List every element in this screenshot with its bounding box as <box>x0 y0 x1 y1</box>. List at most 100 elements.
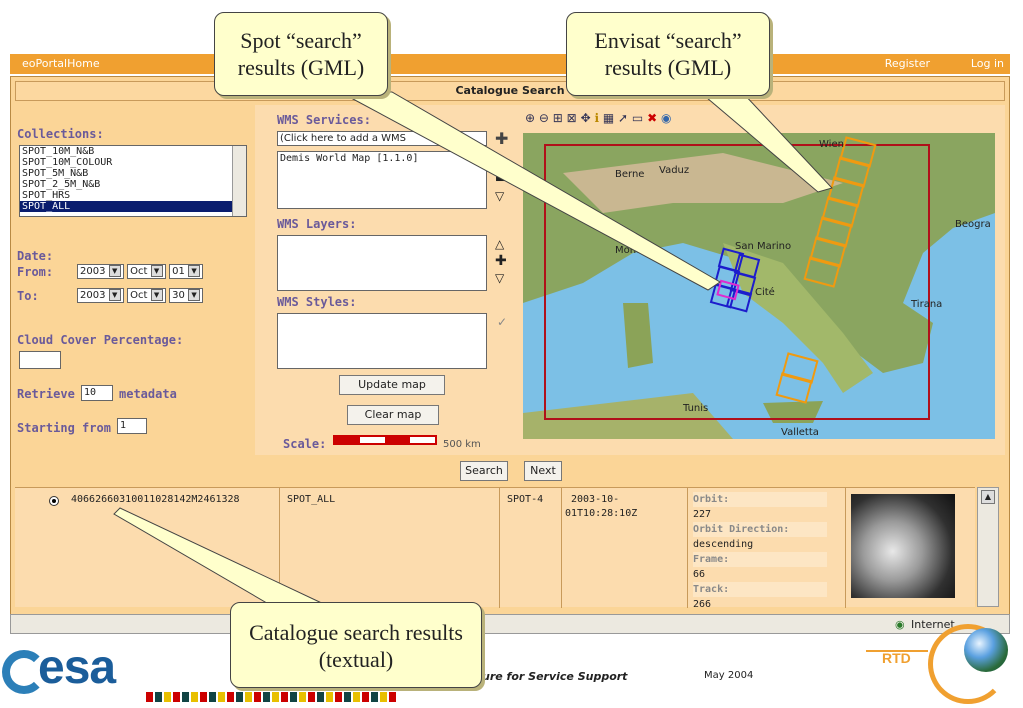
metadata-label: metadata <box>119 387 177 401</box>
collections-list[interactable]: SPOT_10M_N&B SPOT_10M_COLOUR SPOT_5M_N&B… <box>19 145 247 217</box>
to-year-select[interactable]: 2003 ▼ <box>77 288 124 303</box>
globe-icon[interactable]: ◉ <box>661 111 671 125</box>
rtd-label: RTD <box>882 650 911 666</box>
divider <box>561 488 562 608</box>
to-label: To: <box>17 289 39 303</box>
scrollbar[interactable] <box>232 146 246 216</box>
chevron-down-icon: ▼ <box>108 265 121 277</box>
divider <box>279 488 280 608</box>
divider <box>499 488 500 608</box>
add-icon[interactable]: ✚ <box>495 129 508 148</box>
register-link[interactable]: Register <box>885 57 930 70</box>
update-map-button[interactable]: Update map <box>339 375 445 395</box>
footer-date: May 2004 <box>704 670 754 681</box>
from-label: From: <box>17 265 54 279</box>
map-place-label: San Marino <box>735 241 792 252</box>
zoom-in-icon[interactable]: ⊕ <box>525 111 535 125</box>
search-button[interactable]: Search <box>460 461 508 481</box>
scale-bar <box>333 435 437 445</box>
chevron-down-icon: ▼ <box>108 289 121 301</box>
map-place-label: Valletta <box>781 427 819 438</box>
chevron-down-icon: ▼ <box>150 289 163 301</box>
map-view[interactable]: Wien Berne Vaduz Beogra San Marino Monac… <box>523 133 995 439</box>
full-extent-icon[interactable]: ⊠ <box>567 111 577 125</box>
envisat-callout: Envisat “search” results (GML) <box>566 12 770 96</box>
arrow-up-icon[interactable]: △ <box>495 155 504 169</box>
zoom-out-icon[interactable]: ⊖ <box>539 111 549 125</box>
chevron-down-icon: ▼ <box>188 265 201 277</box>
cloud-cover-input[interactable] <box>19 351 61 369</box>
list-item[interactable]: SPOT_10M_COLOUR <box>20 157 246 168</box>
map-place-label: Tunis <box>683 403 709 414</box>
delete-icon[interactable]: ✖ <box>647 111 657 125</box>
list-item[interactable]: SPOT_10M_N&B <box>20 146 246 157</box>
result-date-line2: 01T10:28:10Z <box>565 508 638 519</box>
member-flags <box>146 692 398 702</box>
info-icon[interactable]: ℹ <box>594 111 599 125</box>
scale-label: Scale: <box>283 437 327 451</box>
list-item[interactable]: SPOT_5M_N&B <box>20 168 246 179</box>
list-item[interactable]: SPOT_HRS <box>20 190 246 201</box>
retrieve-input[interactable]: 10 <box>81 385 113 401</box>
from-day-select[interactable]: 01 ▼ <box>169 264 204 279</box>
remove-icon[interactable]: ▬ <box>495 171 506 185</box>
arrow-up-icon[interactable]: △ <box>495 237 504 251</box>
radio-button[interactable] <box>49 496 59 506</box>
table-row[interactable]: 40662660310011028142M2461328 SPOT_ALL SP… <box>15 487 975 610</box>
pointer-icon[interactable]: ➚ <box>618 111 628 125</box>
frame-value: 66 <box>693 569 706 580</box>
wms-services-list[interactable]: Demis World Map [1.1.0] <box>277 151 487 209</box>
map-canvas <box>523 133 995 439</box>
sardinia <box>623 303 653 368</box>
date-label: Date: <box>17 249 54 263</box>
map-place-label: Berne <box>615 169 645 180</box>
map-place-label: Cité <box>755 287 775 298</box>
cloud-cover-label: Cloud Cover Percentage: <box>17 333 184 347</box>
results-scrollbar[interactable]: ▲ <box>977 487 999 607</box>
select-icon[interactable]: ▭ <box>632 111 643 125</box>
wms-services-select[interactable]: (Click here to add a WMS <box>277 131 487 146</box>
to-day-select[interactable]: 30 ▼ <box>169 288 204 303</box>
list-item-selected[interactable]: SPOT_ALL <box>20 201 246 212</box>
orbit-value: 227 <box>693 509 712 520</box>
map-place-label: Monac <box>615 245 648 256</box>
pan-icon[interactable]: ✥ <box>581 111 591 125</box>
orbit-label: Orbit: <box>693 492 827 507</box>
result-id: 40662660310011028142M2461328 <box>71 494 240 505</box>
search-form: Collections: SPOT_10M_N&B SPOT_10M_COLOU… <box>15 105 253 455</box>
page-title: Catalogue Search <box>15 81 1005 101</box>
quicklook-thumbnail[interactable] <box>851 494 955 598</box>
arrow-down-icon[interactable]: ▽ <box>495 189 504 203</box>
map-place-label: Tirana <box>911 299 943 310</box>
from-month-select[interactable]: Oct ▼ <box>127 264 166 279</box>
track-label: Track: <box>693 582 827 597</box>
to-month-select[interactable]: Oct ▼ <box>127 288 166 303</box>
chevron-down-icon: ▼ <box>188 289 201 301</box>
chevron-down-icon: ▼ <box>150 265 163 277</box>
from-year-select[interactable]: 2003 ▼ <box>77 264 124 279</box>
next-button[interactable]: Next <box>524 461 562 481</box>
earth-globe-icon <box>964 628 1008 672</box>
wms-styles-list[interactable] <box>277 313 487 369</box>
check-icon[interactable]: ✓ <box>497 315 507 329</box>
arrow-down-icon[interactable]: ▽ <box>495 271 504 285</box>
wms-panel: WMS Services: (Click here to add a WMS ✚… <box>255 105 1005 455</box>
wms-styles-label: WMS Styles: <box>277 295 357 309</box>
collections-label: Collections: <box>17 127 104 141</box>
add-icon[interactable]: ✚ <box>495 253 507 269</box>
result-collection: SPOT_ALL <box>287 494 336 505</box>
list-item[interactable]: SPOT_2_5M_N&B <box>20 179 246 190</box>
esa-wordmark: esa <box>38 641 116 694</box>
clear-map-button[interactable]: Clear map <box>347 405 439 425</box>
chevron-up-icon[interactable]: ▲ <box>981 490 995 504</box>
login-link[interactable]: Log in <box>971 57 1004 70</box>
starting-from-input[interactable]: 1 <box>117 418 147 434</box>
list-item[interactable]: Demis World Map [1.1.0] <box>278 152 486 166</box>
query-icon[interactable]: ▦ <box>603 111 614 125</box>
eoportal-home-link[interactable]: eoPortalHome <box>22 57 100 70</box>
wms-layers-list[interactable] <box>277 235 487 291</box>
spot-callout: Spot “search” results (GML) <box>214 12 388 96</box>
to-date: 2003 ▼ Oct ▼ 30 ▼ <box>77 288 204 303</box>
zoom-box-icon[interactable]: ⊞ <box>553 111 563 125</box>
globe-icon: ◉ <box>895 618 905 631</box>
